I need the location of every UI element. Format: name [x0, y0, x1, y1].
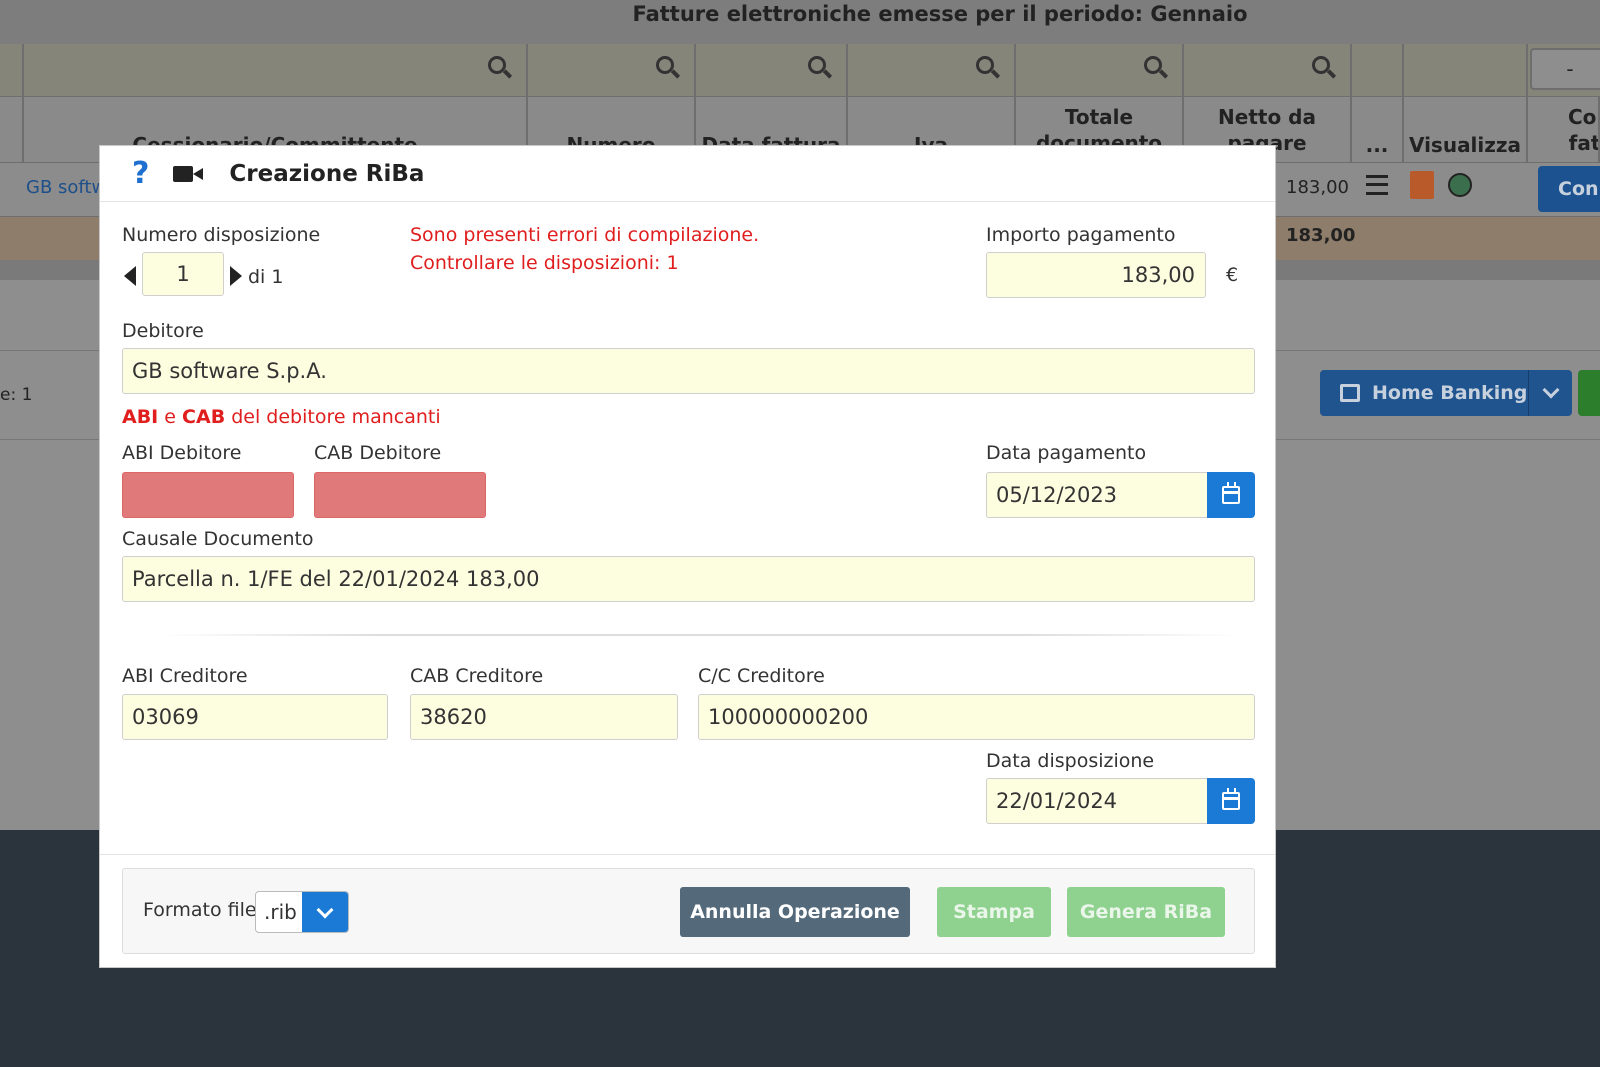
header-visualizza: Visualizza — [1404, 97, 1528, 163]
abi-error-word: ABI — [122, 406, 159, 428]
footer-separator — [100, 854, 1275, 855]
error-message-2: Controllare le disposizioni: 1 — [410, 252, 679, 274]
data-pagamento-label: Data pagamento — [986, 442, 1147, 464]
formato-label: Formato file: — [143, 899, 263, 921]
cab-creditore-input[interactable]: 38620 — [410, 694, 678, 740]
cont-button[interactable]: Con — [1538, 166, 1600, 212]
and-word: e — [158, 406, 183, 428]
modal-footer: Formato file: .rib Annulla Operazione St… — [122, 868, 1255, 954]
formato-value: .rib — [264, 900, 297, 924]
home-banking-label: Home Banking — [1372, 382, 1528, 404]
cab-debitore-label: CAB Debitore — [314, 442, 442, 464]
filter-row — [0, 44, 1600, 96]
debitore-label: Debitore — [122, 320, 204, 342]
debitore-input[interactable]: GB software S.p.A. — [122, 348, 1255, 394]
header-cell — [0, 97, 24, 163]
green-button[interactable] — [1578, 370, 1600, 416]
filter-numero[interactable] — [528, 44, 696, 96]
cab-error-word: CAB — [182, 406, 226, 428]
cab-creditore-label: CAB Creditore — [410, 665, 544, 687]
calendar-button-disposizione[interactable] — [1207, 778, 1255, 824]
filter-cessionario[interactable] — [24, 44, 528, 96]
calendar-icon — [1222, 482, 1240, 504]
search-icon[interactable] — [976, 56, 1001, 80]
xml-icon[interactable] — [1448, 173, 1472, 197]
numero-disposizione-label: Numero disposizione — [122, 224, 321, 246]
abi-debitore-input[interactable] — [122, 472, 294, 518]
abi-debitore-label: ABI Debitore — [122, 442, 242, 464]
data-pagamento-input[interactable]: 05/12/2023 — [986, 472, 1208, 518]
help-icon[interactable]: ? — [132, 156, 149, 191]
filter-netto[interactable] — [1184, 44, 1352, 96]
video-icon[interactable] — [173, 164, 205, 184]
importo-label: Importo pagamento — [986, 224, 1176, 246]
genera-riba-button[interactable]: Genera RiBa — [1067, 887, 1225, 937]
importo-input[interactable]: 183,00 — [986, 252, 1206, 298]
abi-cab-error: ABI e CAB del debitore mancanti — [122, 406, 441, 428]
chevron-down-icon[interactable] — [302, 892, 348, 932]
causale-input[interactable]: Parcella n. 1/FE del 22/01/2024 183,00 — [122, 556, 1255, 602]
filter-cell — [0, 44, 24, 96]
filter-cell — [1352, 44, 1404, 96]
record-count: e: 1 — [0, 385, 33, 405]
riba-modal: ? Creazione RiBa Numero disposizione 1 d… — [99, 145, 1276, 968]
modal-header: ? Creazione RiBa — [100, 146, 1275, 202]
stampa-button[interactable]: Stampa — [937, 887, 1051, 937]
data-disposizione-label: Data disposizione — [986, 750, 1155, 772]
calendar-icon — [1222, 788, 1240, 810]
search-icon[interactable] — [1144, 56, 1169, 80]
numero-disposizione-input[interactable]: 1 — [142, 252, 224, 296]
filter-iva[interactable] — [848, 44, 1016, 96]
currency-symbol: € — [1226, 264, 1239, 286]
prev-arrow-icon[interactable] — [124, 266, 136, 286]
filter-data-fattura[interactable] — [696, 44, 848, 96]
printer-icon — [1340, 384, 1360, 402]
search-icon[interactable] — [656, 56, 681, 80]
chevron-down-icon[interactable] — [1528, 370, 1572, 416]
formato-select[interactable]: .rib — [255, 891, 349, 933]
totale-netto: 183,00 — [1286, 225, 1356, 246]
menu-icon[interactable] — [1366, 175, 1388, 195]
cliente-link[interactable]: GB softw — [26, 177, 106, 198]
header-cont: Con fatt — [1528, 97, 1600, 163]
filter-totale[interactable] — [1016, 44, 1184, 96]
cc-creditore-label: C/C Creditore — [698, 665, 825, 687]
calendar-button-pagamento[interactable] — [1207, 472, 1255, 518]
search-icon[interactable] — [808, 56, 833, 80]
search-icon[interactable] — [488, 56, 513, 80]
next-arrow-icon[interactable] — [230, 266, 242, 286]
netto-value: 183,00 — [1286, 177, 1349, 198]
search-icon[interactable] — [1312, 56, 1337, 80]
di-label: di 1 — [248, 266, 284, 288]
page-title: Fatture elettroniche emesse per il perio… — [0, 0, 1600, 44]
abi-creditore-label: ABI Creditore — [122, 665, 248, 687]
annulla-button[interactable]: Annulla Operazione — [680, 887, 910, 937]
abi-creditore-input[interactable]: 03069 — [122, 694, 388, 740]
error-rest: del debitore mancanti — [225, 406, 441, 428]
causale-label: Causale Documento — [122, 528, 314, 550]
cab-debitore-input[interactable] — [314, 472, 486, 518]
minus-button[interactable]: - — [1530, 48, 1600, 90]
cc-creditore-input[interactable]: 100000000200 — [698, 694, 1255, 740]
section-divider — [160, 634, 1240, 636]
modal-title: Creazione RiBa — [229, 160, 425, 187]
error-message-1: Sono presenti errori di compilazione. — [410, 224, 760, 246]
data-disposizione-input[interactable]: 22/01/2024 — [986, 778, 1208, 824]
home-banking-button[interactable]: Home Banking — [1320, 370, 1572, 416]
header-more[interactable]: ... — [1352, 97, 1404, 163]
pdf-icon[interactable] — [1410, 171, 1434, 199]
filter-cell — [1404, 44, 1528, 96]
